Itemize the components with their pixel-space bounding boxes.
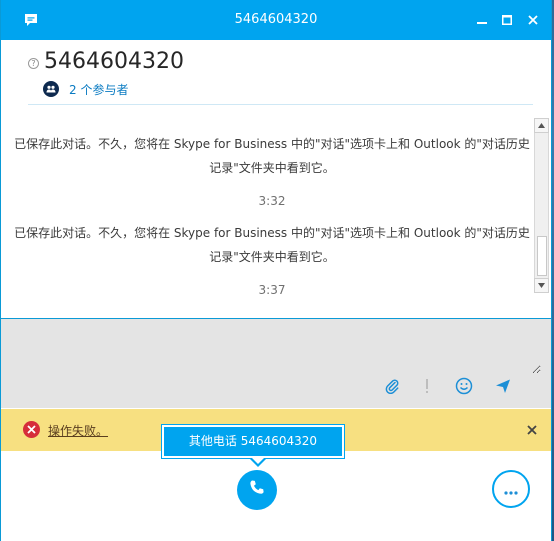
question-icon[interactable]: ?	[28, 58, 39, 69]
scroll-thumb[interactable]	[537, 236, 547, 276]
send-arrow-icon[interactable]	[493, 376, 513, 396]
ellipsis-icon	[504, 480, 518, 499]
message-input[interactable]	[13, 319, 541, 374]
error-x-icon	[23, 421, 40, 438]
more-options-button[interactable]	[492, 470, 530, 508]
message-time: 3:37	[258, 283, 286, 297]
close-button[interactable]	[521, 8, 545, 32]
maximize-button[interactable]	[495, 8, 519, 32]
window-title: 5464604320	[234, 12, 318, 27]
phone-icon	[248, 479, 266, 501]
title-bar: 5464604320	[1, 0, 551, 40]
message-scrollbar[interactable]	[534, 118, 549, 293]
people-icon	[43, 81, 59, 97]
exclamation-icon[interactable]	[417, 376, 437, 396]
popup-pointer-inner	[251, 457, 265, 464]
call-controls-bar	[1, 451, 551, 541]
conversation-header: ? 5464604320 2 个参与者	[1, 40, 551, 108]
paperclip-icon[interactable]	[382, 376, 402, 396]
dismiss-error-button[interactable]	[525, 423, 539, 437]
message-text: 已保存此对话。不久，您将在 Skype for Business 中的"对话"选…	[14, 137, 530, 175]
scroll-track[interactable]	[534, 133, 549, 278]
participants-link[interactable]: 2 个参与者	[69, 81, 128, 98]
message-time: 3:32	[258, 194, 286, 208]
other-phone-popup: 其他电话 5464604320	[161, 424, 345, 467]
message-history: 已保存此对话。不久，您将在 Skype for Business 中的"对话"选…	[1, 108, 551, 318]
call-button[interactable]	[237, 470, 277, 510]
minimize-button[interactable]	[470, 8, 494, 32]
conversation-title: 5464604320	[44, 49, 184, 74]
error-message-link[interactable]: 操作失败。	[48, 422, 108, 439]
compose-area	[1, 318, 551, 408]
system-message: 已保存此对话。不久，您将在 Skype for Business 中的"对话"选…	[13, 221, 531, 302]
system-message: 已保存此对话。不久，您将在 Skype for Business 中的"对话"选…	[13, 132, 531, 213]
scroll-up-button[interactable]	[534, 118, 549, 133]
scroll-down-button[interactable]	[534, 278, 549, 293]
other-phone-option[interactable]: 其他电话 5464604320	[164, 427, 342, 456]
header-divider	[28, 104, 533, 105]
message-text: 已保存此对话。不久，您将在 Skype for Business 中的"对话"选…	[14, 226, 530, 264]
smiley-icon[interactable]	[454, 376, 474, 396]
conversation-window: 5464604320 ? 5464604320 2 个参与者 已保存此对话。不久…	[0, 0, 552, 541]
